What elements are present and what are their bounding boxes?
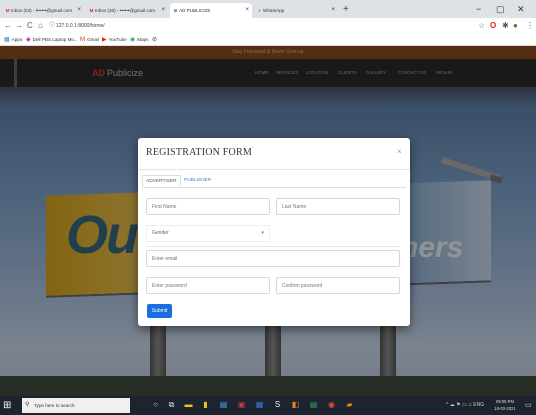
ad-favicon-icon: ⊘ — [173, 8, 178, 13]
maximize-button[interactable]: ▢ — [496, 2, 505, 17]
maps-icon: ◉ — [130, 37, 136, 43]
close-tab-icon[interactable]: × — [245, 3, 249, 18]
bookmarks-bar: ▦ Apps ◆ Dell PBS Laptop Mo... M Gmail ▶ You… — [0, 34, 536, 46]
cortana-icon[interactable]: ○ — [150, 399, 161, 411]
address-bar[interactable]: 127.0.0.1:8000/home/ — [56, 21, 105, 31]
app-icon[interactable]: ▣ — [236, 399, 247, 411]
whatsapp-icon: ● — [258, 8, 261, 13]
word-icon[interactable]: ▦ — [254, 399, 265, 411]
menu-kebab-icon[interactable]: ⋮ — [526, 20, 534, 32]
browser-tab-ad-publicize[interactable]: ⊘ AD PUBLICIZE × — [170, 3, 252, 18]
bookmark-label: Gmail — [87, 37, 99, 42]
bookmark-dell[interactable]: ◆ Dell PBS Laptop Mo... — [26, 34, 78, 46]
star-icon[interactable]: ☆ — [478, 20, 485, 32]
home-icon[interactable]: ⌂ — [38, 20, 43, 32]
search-icon: ⚲ — [25, 402, 30, 408]
taskbar-search[interactable]: ⚲ Type here to search — [22, 398, 130, 413]
modal-header-divider — [138, 169, 410, 170]
chrome-icon[interactable]: ◉ — [326, 399, 337, 411]
registration-modal: REGISTRATION FORM × ADVERTISER PUBLISHER… — [138, 138, 410, 326]
close-tab-icon[interactable]: × — [161, 3, 165, 18]
tab-label: Inbox (53) - l••••••@gmail.com — [11, 8, 73, 13]
minimize-button[interactable]: − — [476, 2, 481, 17]
app-s-icon[interactable]: S — [272, 399, 283, 411]
opera-extension-icon[interactable]: O — [490, 20, 496, 32]
gmail-icon: M — [89, 8, 94, 13]
gmail-icon: M — [80, 37, 85, 43]
bookmark-gmail[interactable]: M Gmail — [80, 34, 99, 46]
close-tab-icon[interactable]: × — [77, 3, 81, 18]
app-green-icon[interactable]: ▤ — [308, 399, 319, 411]
tab-advertiser[interactable]: ADVERTISER — [142, 175, 181, 187]
page-viewport: Stay Focussed & Never Give up AD Publiciz… — [0, 46, 536, 396]
bookmark-label: Dell PBS Laptop Mo... — [32, 37, 78, 42]
close-icon[interactable]: × — [397, 147, 402, 156]
info-icon[interactable]: ⓘ — [49, 20, 55, 32]
clock-date: 18-03-2021 — [494, 406, 516, 411]
back-icon[interactable]: ← — [4, 20, 12, 32]
reload-icon[interactable]: C — [27, 20, 33, 32]
form-divider — [146, 246, 400, 247]
sticky-notes-icon[interactable]: ▮ — [200, 399, 211, 411]
file-explorer-icon[interactable]: ▬ — [183, 399, 194, 411]
gmail-icon: M — [5, 8, 10, 13]
password-input[interactable] — [146, 277, 270, 294]
bookmark-label: YouTube — [108, 37, 127, 42]
system-tray[interactable]: ^ ☁ ⚑ ▭ ♫ ENG — [446, 398, 484, 413]
windows-taskbar: ⊞ ⚲ Type here to search ○ ⧉ ▬ ▮ ▤ ▣ ▦ S … — [0, 396, 536, 415]
submit-button[interactable]: Submit — [147, 304, 172, 318]
tab-label: AD PUBLICIZE — [179, 8, 211, 13]
apps-grid-icon: ▦ — [4, 37, 10, 43]
browser-toolbar: ← → C ⌂ ⓘ 127.0.0.1:8000/home/ ☆ O ✱ ● ⋮ — [0, 18, 536, 34]
modal-title: REGISTRATION FORM — [146, 147, 252, 158]
close-tab-icon[interactable]: × — [331, 3, 335, 18]
youtube-icon: ▶ — [102, 37, 107, 43]
tabs-divider — [142, 187, 406, 188]
chevron-down-icon: ▾ — [261, 230, 264, 236]
tab-publisher[interactable]: PUBLISHER — [181, 175, 214, 187]
browser-tab-whatsapp[interactable]: ● WhatsApp × — [254, 3, 338, 18]
clock-time: 09:05 PM — [496, 399, 514, 404]
gender-select[interactable]: Gender ▾ — [146, 225, 270, 242]
tab-label: Inbox (30) - ••••••@gmail.com — [95, 8, 156, 13]
bookmark-label: Apps — [11, 37, 23, 42]
profile-avatar-icon[interactable]: ● — [513, 20, 518, 32]
browser-tab-inbox-1[interactable]: M Inbox (53) - l••••••@gmail.com × — [2, 3, 84, 18]
extension-puzzle-icon[interactable]: ✱ — [502, 20, 509, 32]
notification-icon[interactable]: ▭ — [525, 400, 532, 411]
browser-tab-bar: M Inbox (53) - l••••••@gmail.com × M Inbox… — [0, 0, 536, 18]
bookmark-label: Maps — [137, 37, 149, 42]
first-name-input[interactable] — [146, 198, 270, 215]
globe-icon[interactable]: ⊘ — [152, 34, 157, 46]
task-view-icon[interactable]: ⧉ — [166, 399, 177, 411]
tab-label: WhatsApp — [263, 8, 285, 13]
new-tab-button[interactable]: + — [343, 2, 349, 17]
confirm-password-input[interactable] — [276, 277, 400, 294]
browser-tab-inbox-2[interactable]: M Inbox (30) - ••••••@gmail.com × — [86, 3, 168, 18]
forward-icon[interactable]: → — [15, 20, 23, 32]
email-input[interactable] — [146, 250, 400, 267]
windows-start-icon[interactable]: ⊞ — [3, 400, 11, 411]
app-box-icon[interactable]: ▰ — [344, 399, 355, 411]
last-name-input[interactable] — [276, 198, 400, 215]
close-window-button[interactable]: ✕ — [517, 2, 525, 17]
app-orange-icon[interactable]: ◧ — [290, 399, 301, 411]
bookmark-maps[interactable]: ◉ Maps — [130, 34, 148, 46]
taskbar-clock[interactable]: 09:05 PM 18-03-2021 — [490, 398, 520, 412]
gender-selected-value: Gender — [152, 230, 169, 236]
mail-icon[interactable]: ▤ — [218, 399, 229, 411]
dell-icon: ◆ — [26, 37, 31, 43]
bookmark-apps[interactable]: ▦ Apps — [4, 34, 22, 46]
bookmark-youtube[interactable]: ▶ YouTube — [102, 34, 127, 46]
taskbar-search-placeholder: Type here to search — [34, 403, 75, 408]
